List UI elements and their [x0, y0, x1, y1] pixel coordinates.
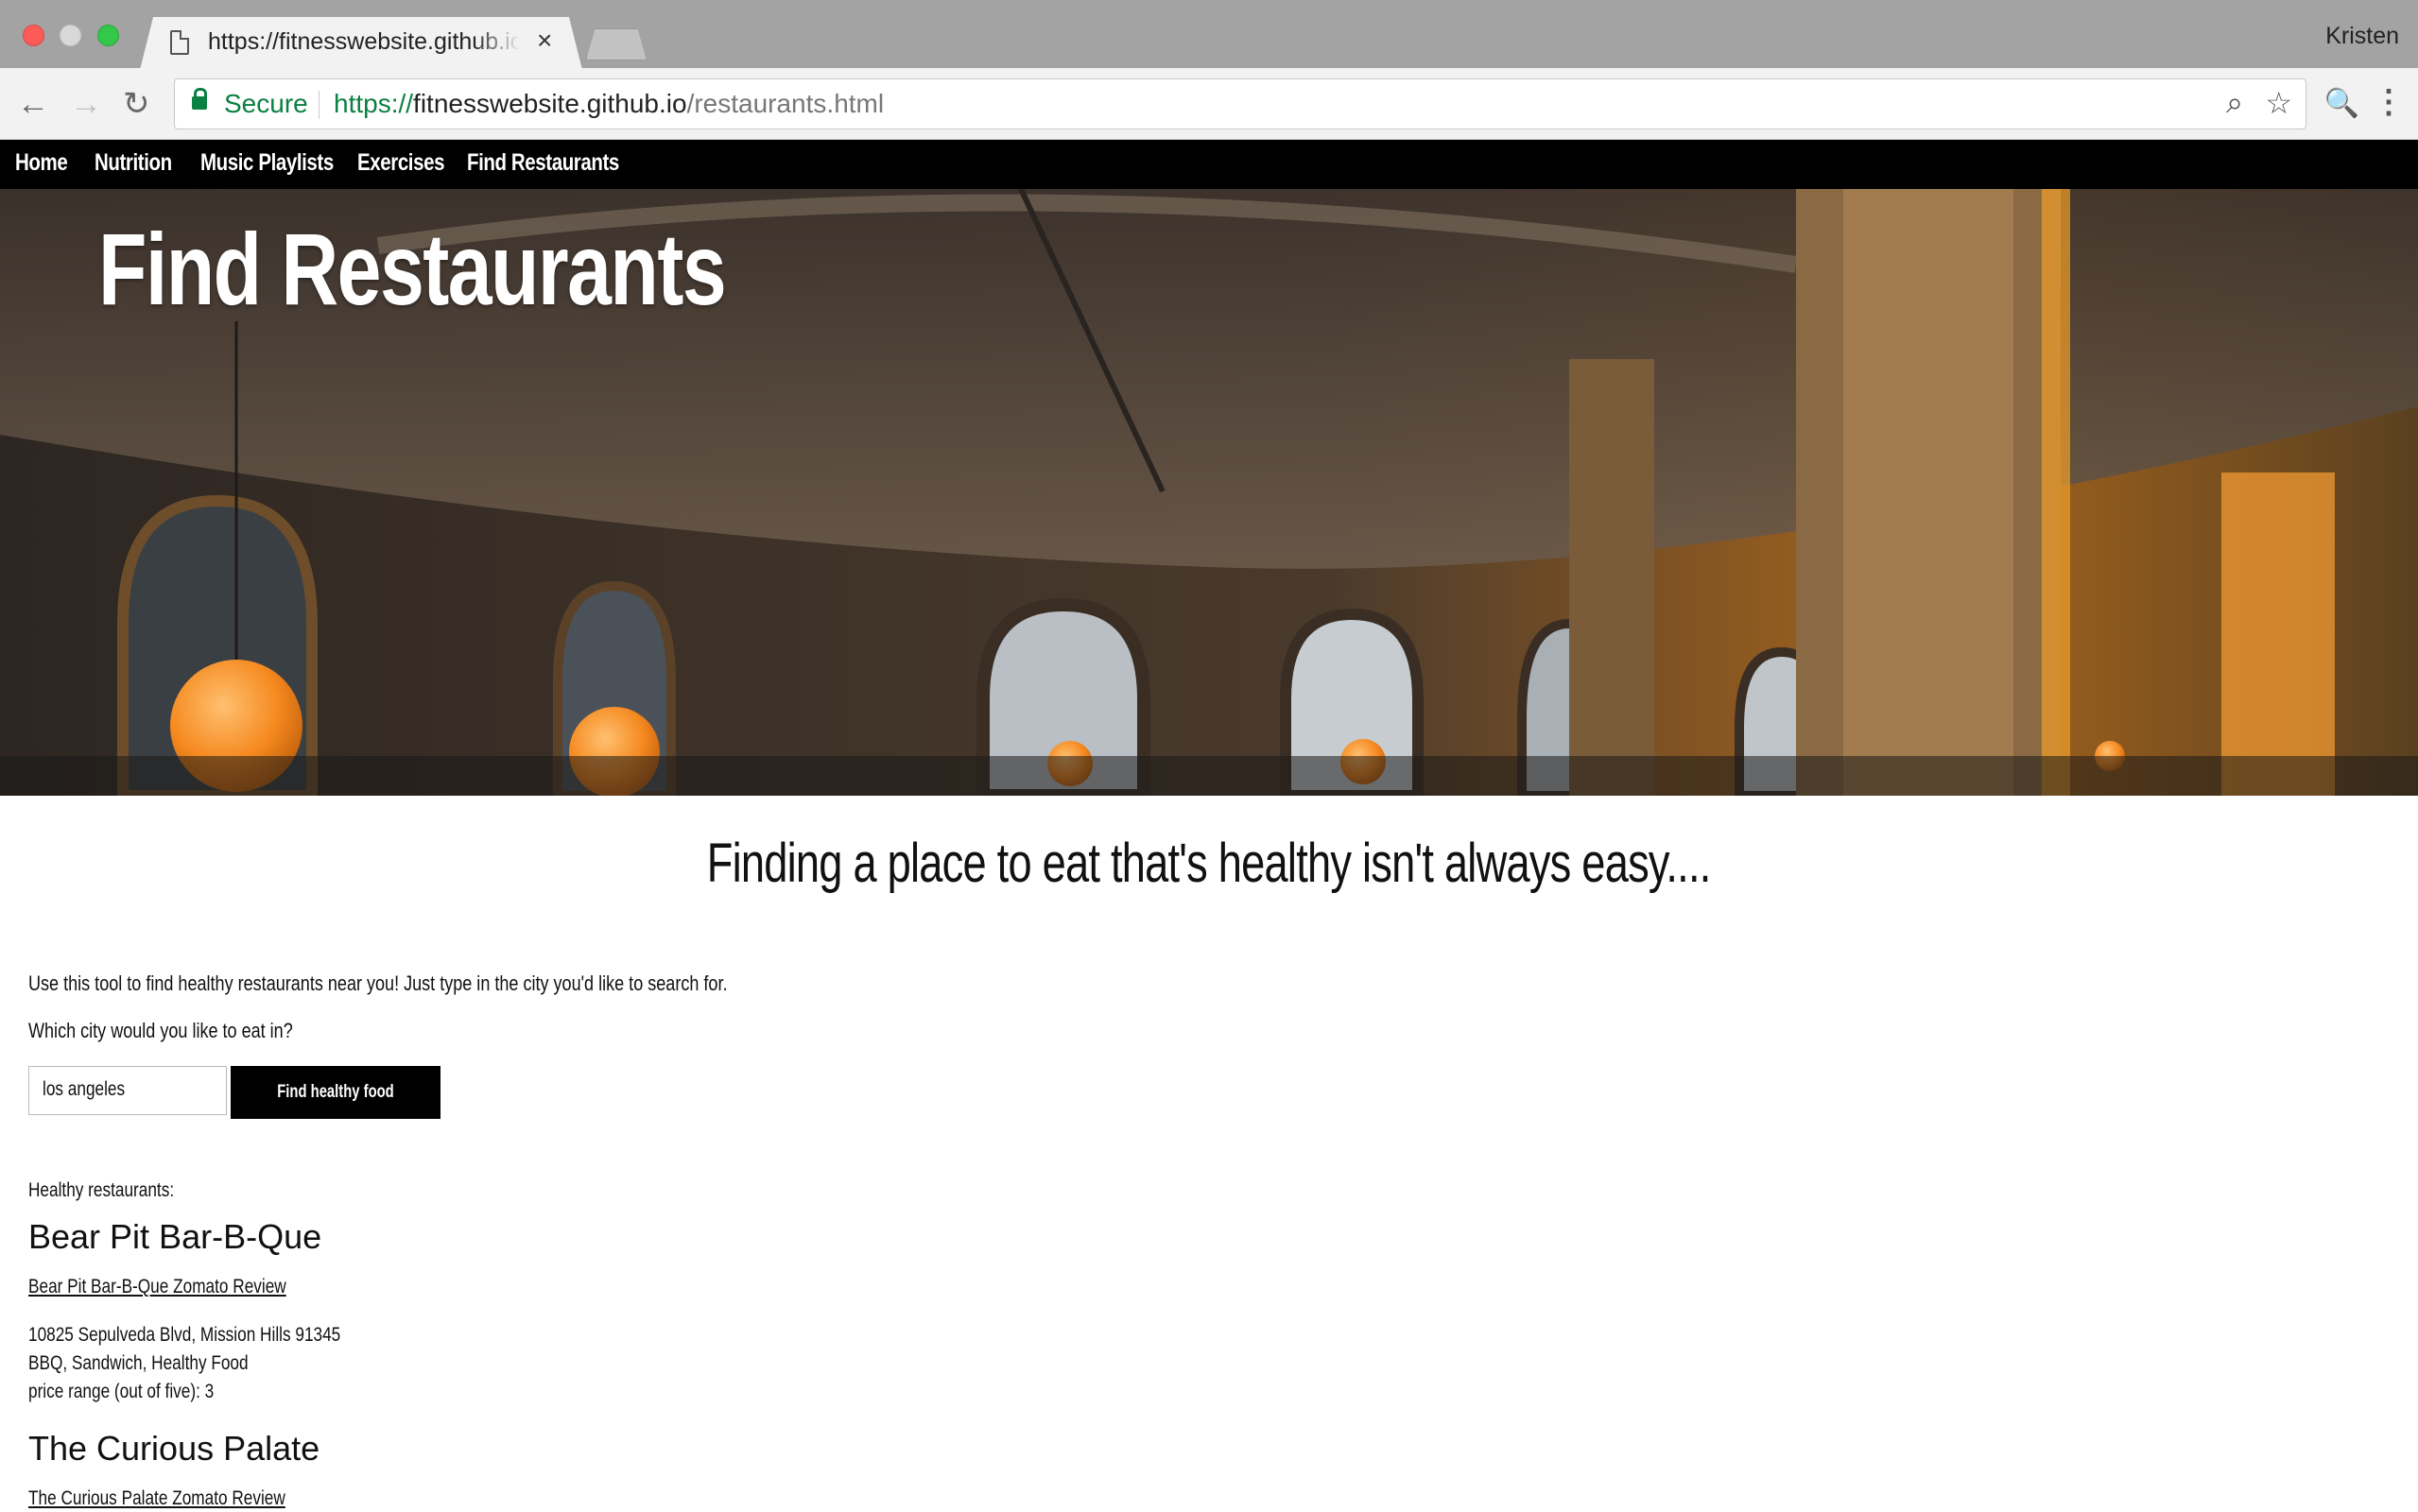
secure-label: Secure: [224, 89, 308, 118]
restaurant-review-link[interactable]: Bear Pit Bar-B-Que Zomato Review: [28, 1276, 286, 1298]
address-bar[interactable]: Secure https://fitnesswebsite.github.io/…: [174, 78, 2306, 129]
reload-icon[interactable]: ↻: [123, 85, 150, 123]
page-icon: [170, 30, 189, 55]
close-window-button[interactable]: [23, 25, 44, 46]
tagline-text: Finding a place to eat that's healthy is…: [707, 833, 1712, 894]
restaurant-address: 10825 Sepulveda Blvd, Mission Hills 9134…: [28, 1324, 341, 1346]
extension-icon[interactable]: 🔍: [2324, 87, 2359, 120]
restaurant-price: price range (out of five): 3: [28, 1381, 215, 1402]
browser-tab[interactable]: https://fitnesswebsite.github.io ×: [140, 17, 582, 70]
url-scheme: https://: [334, 89, 414, 118]
site-nav: Home Nutrition Music Playlists Exercises…: [0, 140, 2418, 189]
city-input-value: los angeles: [43, 1078, 126, 1100]
page-title: Find Restaurants: [98, 212, 727, 326]
results-label: Healthy restaurants:: [28, 1179, 175, 1201]
hero-image: Find Restaurants: [0, 189, 2418, 796]
new-tab-button[interactable]: [586, 28, 647, 60]
find-healthy-food-button-label: Find healthy food options!: [277, 1082, 394, 1155]
maximize-window-button[interactable]: [97, 25, 119, 46]
back-arrow-icon[interactable]: ←: [17, 85, 49, 123]
browser-tab-bar: https://fitnesswebsite.github.io × Krist…: [0, 0, 2418, 70]
intro-text: Use this tool to find healthy restaurant…: [28, 971, 728, 995]
nav-link-music-playlists[interactable]: Music Playlists: [200, 149, 334, 177]
nav-link-nutrition[interactable]: Nutrition: [95, 149, 172, 177]
bookmark-star-icon[interactable]: ☆: [2265, 85, 2292, 121]
city-question: Which city would you like to eat in?: [28, 1019, 293, 1042]
nav-link-exercises[interactable]: Exercises: [357, 149, 444, 177]
url-host: fitnesswebsite.github.io: [413, 89, 687, 118]
nav-link-home[interactable]: Home: [15, 149, 68, 177]
tagline: Finding a place to eat that's healthy is…: [0, 832, 2418, 895]
profile-name[interactable]: Kristen: [2325, 23, 2399, 50]
restaurant-name: Bear Pit Bar-B-Que: [28, 1217, 322, 1256]
close-tab-icon[interactable]: ×: [537, 26, 552, 55]
restaurant-review-link[interactable]: The Curious Palate Zomato Review: [28, 1487, 285, 1510]
browser-toolbar: ← → ↻ Secure https://fitnesswebsite.gith…: [0, 68, 2418, 140]
url-path: /restaurants.html: [686, 89, 885, 118]
divider: [319, 91, 320, 119]
restaurant-cuisines: BBQ, Sandwich, Healthy Food: [28, 1352, 249, 1374]
restaurant-name: The Curious Palate: [28, 1429, 320, 1468]
url-text[interactable]: https://fitnesswebsite.github.io/restaur…: [334, 89, 884, 119]
forward-arrow-icon[interactable]: →: [70, 85, 102, 123]
tab-title: https://fitnesswebsite.github.io: [208, 28, 520, 55]
city-input[interactable]: los angeles: [28, 1066, 227, 1115]
find-healthy-food-button[interactable]: Find healthy food options!: [231, 1066, 440, 1155]
nav-link-find-restaurants[interactable]: Find Restaurants: [467, 149, 619, 177]
zoom-icon[interactable]: ⌕: [2226, 85, 2243, 121]
lock-icon: [192, 88, 207, 110]
minimize-window-button[interactable]: [60, 25, 81, 46]
menu-icon[interactable]: ⋮: [2373, 83, 2405, 121]
